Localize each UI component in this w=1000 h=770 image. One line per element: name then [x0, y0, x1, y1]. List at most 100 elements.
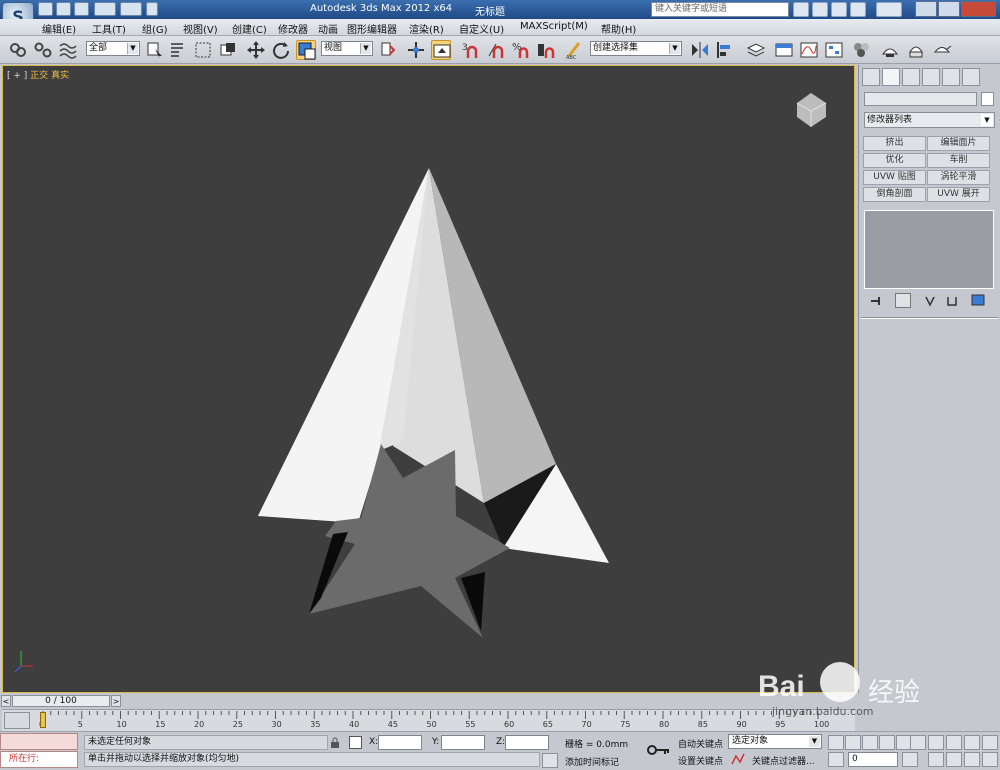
- bind-space-warp-icon[interactable]: [58, 40, 78, 60]
- percent-snap-icon[interactable]: %: [511, 40, 531, 60]
- render-production-icon[interactable]: [932, 40, 952, 60]
- star-icon[interactable]: [850, 2, 866, 17]
- key-mode-icon[interactable]: [828, 752, 844, 767]
- absolute-mode-icon[interactable]: [349, 736, 362, 749]
- star-pyramid-object[interactable]: [258, 168, 609, 638]
- select-manipulate-icon[interactable]: [406, 40, 426, 60]
- motion-tab-icon[interactable]: [922, 68, 940, 86]
- next-frame-icon[interactable]: >: [111, 695, 121, 707]
- time-slider[interactable]: 0 / 100: [12, 695, 110, 707]
- pivot-center-icon[interactable]: [378, 40, 398, 60]
- add-time-tag-label[interactable]: 添加时间标记: [565, 755, 619, 768]
- zoom-all-icon[interactable]: [928, 735, 944, 750]
- menu-graph-editors[interactable]: 图形编辑器: [347, 21, 397, 36]
- undo-icon[interactable]: [94, 2, 116, 16]
- minimize-button[interactable]: [915, 1, 937, 17]
- bevel-profile-button[interactable]: 倒角剖面: [863, 187, 926, 202]
- close-button[interactable]: [961, 1, 996, 17]
- menu-views[interactable]: 视图(V): [183, 21, 218, 36]
- zoom-extents-all-icon[interactable]: [964, 735, 980, 750]
- current-frame-field[interactable]: 0: [848, 752, 898, 767]
- edit-patch-button[interactable]: 编辑面片: [927, 136, 990, 151]
- zoom-extents-icon[interactable]: [946, 735, 962, 750]
- time-config-icon[interactable]: [902, 752, 918, 767]
- reference-coordinate-dropdown[interactable]: 视图 ▼: [321, 41, 373, 56]
- redo-icon[interactable]: [120, 2, 142, 16]
- viewcube-icon[interactable]: [796, 93, 827, 127]
- edit-named-selection-icon[interactable]: ABC: [565, 40, 585, 61]
- link-icon[interactable]: [8, 40, 28, 60]
- keyboard-shortcut-override-icon[interactable]: [431, 40, 451, 60]
- curve-editor-icon[interactable]: [799, 40, 819, 60]
- lathe-button[interactable]: 车削: [927, 153, 990, 168]
- orbit-icon[interactable]: [946, 752, 962, 767]
- previous-frame-icon[interactable]: <: [1, 695, 11, 707]
- x-coord-field[interactable]: [378, 735, 422, 750]
- remove-modifier-icon[interactable]: [945, 295, 961, 307]
- pin-stack-icon[interactable]: [869, 295, 885, 307]
- display-tab-icon[interactable]: [942, 68, 960, 86]
- modify-tab-icon[interactable]: [882, 68, 900, 86]
- maxscript-listener-top[interactable]: [0, 733, 78, 750]
- menu-tools[interactable]: 工具(T): [92, 21, 126, 36]
- field-of-view-icon[interactable]: [982, 735, 998, 750]
- mirror-icon[interactable]: [690, 40, 710, 60]
- lock-icon[interactable]: [330, 737, 340, 748]
- new-file-icon[interactable]: [38, 2, 53, 16]
- rendered-frame-icon[interactable]: [906, 40, 926, 60]
- favorites-icon[interactable]: [831, 2, 847, 17]
- hierarchy-tab-icon[interactable]: [902, 68, 920, 86]
- current-frame-marker[interactable]: [40, 712, 46, 728]
- z-coord-field[interactable]: [505, 735, 549, 750]
- selected-set-dropdown[interactable]: 选定对象 ▼: [728, 734, 822, 749]
- named-selection-dropdown[interactable]: 创建选择集 ▼: [590, 41, 682, 56]
- optimize-button[interactable]: 优化: [863, 153, 926, 168]
- select-object-icon[interactable]: [145, 40, 165, 60]
- modifier-list-dropdown[interactable]: 修改器列表 ▼: [864, 112, 995, 128]
- spinner-snap-icon[interactable]: [536, 40, 556, 60]
- rectangular-selection-icon[interactable]: [193, 40, 213, 60]
- select-by-name-icon[interactable]: [168, 40, 188, 60]
- modifier-stack-list[interactable]: [864, 210, 994, 289]
- uvw-map-button[interactable]: UVW 贴图: [863, 170, 926, 185]
- previous-key-icon[interactable]: [845, 735, 861, 750]
- turbosmooth-button[interactable]: 涡轮平滑: [927, 170, 990, 185]
- align-icon[interactable]: [715, 40, 735, 60]
- maxscript-listener[interactable]: 所在行:: [0, 751, 78, 768]
- walk-through-icon[interactable]: [964, 752, 980, 767]
- menu-help[interactable]: 帮助(H): [601, 21, 636, 36]
- menu-edit[interactable]: 编辑(E): [42, 21, 76, 36]
- object-name-field[interactable]: [864, 92, 977, 106]
- menu-rendering[interactable]: 渲染(R): [409, 21, 444, 36]
- maximize-button[interactable]: [938, 1, 960, 17]
- open-file-icon[interactable]: [56, 2, 71, 16]
- rotate-icon[interactable]: [271, 40, 291, 60]
- track-bar[interactable]: 0510152025303540455055606570758085909510…: [2, 709, 855, 731]
- selection-filter-dropdown[interactable]: 全部 ▼: [86, 41, 140, 56]
- create-tab-icon[interactable]: [862, 68, 880, 86]
- object-color-swatch[interactable]: [981, 92, 994, 106]
- y-coord-field[interactable]: [441, 735, 485, 750]
- menu-modifiers[interactable]: 修改器: [278, 21, 308, 36]
- material-editor-icon[interactable]: [852, 40, 872, 60]
- help-search-input[interactable]: 键入关键字或短语: [651, 2, 789, 17]
- menu-group[interactable]: 组(G): [142, 21, 168, 36]
- time-tag-icon[interactable]: [542, 753, 558, 768]
- angle-snap-icon[interactable]: [486, 40, 506, 60]
- set-key-button[interactable]: 设置关键点: [678, 754, 723, 767]
- maximize-viewport-icon[interactable]: [982, 752, 998, 767]
- save-file-icon[interactable]: [74, 2, 89, 16]
- menu-animation[interactable]: 动画: [318, 21, 338, 36]
- configure-modifier-sets-icon[interactable]: [971, 294, 987, 307]
- snaps-toggle-icon[interactable]: 3: [460, 40, 480, 60]
- window-crossing-icon[interactable]: [218, 40, 238, 60]
- binoculars-icon[interactable]: [793, 2, 809, 17]
- graphite-modeling-icon[interactable]: [774, 40, 794, 60]
- zoom-icon[interactable]: [910, 735, 926, 750]
- tools-icon[interactable]: [812, 2, 828, 17]
- unlink-icon[interactable]: [33, 40, 53, 60]
- extrude-button[interactable]: 挤出: [863, 136, 926, 151]
- key-filter-curve-icon[interactable]: [731, 752, 747, 767]
- unwrap-uvw-button[interactable]: UVW 展开: [927, 187, 990, 202]
- menu-customize[interactable]: 自定义(U): [459, 21, 504, 36]
